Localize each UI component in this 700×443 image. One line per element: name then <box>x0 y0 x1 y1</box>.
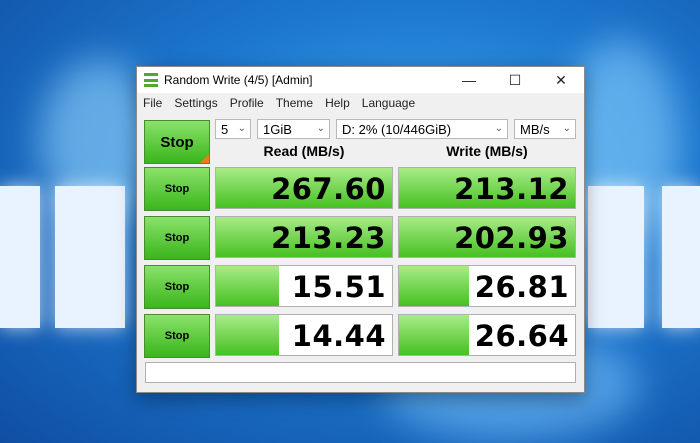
menu-bar: File Settings Profile Theme Help Languag… <box>137 93 584 113</box>
read-header: Read (MB/s) <box>263 143 345 159</box>
menu-settings[interactable]: Settings <box>168 96 223 110</box>
close-icon[interactable]: ✕ <box>538 67 584 93</box>
wallpaper-shape-right-2 <box>662 186 700 328</box>
row-button-label: Stop <box>164 281 190 293</box>
unit-select[interactable]: MB/s ⌄ <box>514 119 576 139</box>
menu-file[interactable]: File <box>137 96 168 110</box>
app-icon <box>144 73 158 87</box>
row-2-write-value: 202.93 <box>398 216 576 258</box>
corner-marker-icon <box>200 154 209 163</box>
title-bar[interactable]: Random Write (4/5) [Admin] — ☐ ✕ <box>137 67 584 93</box>
drive-value: D: 2% (10/446GiB) <box>342 121 452 137</box>
read-number: 267.60 <box>271 172 386 206</box>
size-select[interactable]: 1GiB ⌄ <box>257 119 330 139</box>
count-value: 5 <box>221 121 229 137</box>
row-1-read-value: 267.60 <box>215 167 393 209</box>
write-number: 213.12 <box>454 172 569 206</box>
row-button-label: Stop <box>164 232 190 244</box>
comment-input[interactable] <box>145 362 576 383</box>
read-number: 15.51 <box>291 270 386 304</box>
maximize-icon[interactable]: ☐ <box>492 67 538 93</box>
wallpaper-shape-left <box>0 186 40 328</box>
start-all-label: Stop <box>160 133 194 151</box>
chevron-down-icon: ⌄ <box>316 123 325 134</box>
read-bar <box>216 315 280 355</box>
size-value: 1GiB <box>263 121 292 137</box>
row-1-write-value: 213.12 <box>398 167 576 209</box>
read-number: 213.23 <box>271 221 386 255</box>
drive-select[interactable]: D: 2% (10/446GiB) ⌄ <box>336 119 508 139</box>
start-all-button[interactable]: Stop <box>144 120 210 164</box>
write-bar <box>399 266 470 306</box>
wallpaper-shape-left-2 <box>55 186 125 328</box>
row-3-stop-button[interactable]: Stop <box>144 265 210 309</box>
write-number: 202.93 <box>454 221 569 255</box>
chevron-down-icon: ⌄ <box>237 123 246 134</box>
menu-theme[interactable]: Theme <box>270 96 319 110</box>
row-2-stop-button[interactable]: Stop <box>144 216 210 260</box>
write-number: 26.81 <box>474 270 569 304</box>
unit-value: MB/s <box>520 121 550 137</box>
chevron-down-icon: ⌄ <box>562 123 571 134</box>
row-1-stop-button[interactable]: Stop <box>144 167 210 211</box>
row-4-stop-button[interactable]: Stop <box>144 314 210 358</box>
minimize-icon[interactable]: — <box>446 67 492 93</box>
read-bar <box>216 266 280 306</box>
write-bar <box>399 315 470 355</box>
app-window: Random Write (4/5) [Admin] — ☐ ✕ File Se… <box>136 66 585 393</box>
read-number: 14.44 <box>291 319 386 353</box>
write-header: Write (MB/s) <box>446 143 528 159</box>
row-button-label: Stop <box>164 330 190 342</box>
row-2-read-value: 213.23 <box>215 216 393 258</box>
menu-language[interactable]: Language <box>356 96 421 110</box>
count-select[interactable]: 5 ⌄ <box>215 119 251 139</box>
menu-help[interactable]: Help <box>319 96 356 110</box>
window-title: Random Write (4/5) [Admin] <box>164 73 313 87</box>
row-4-write-value: 26.64 <box>398 314 576 356</box>
row-button-label: Stop <box>164 183 190 195</box>
row-3-write-value: 26.81 <box>398 265 576 307</box>
menu-profile[interactable]: Profile <box>224 96 270 110</box>
row-4-read-value: 14.44 <box>215 314 393 356</box>
chevron-down-icon: ⌄ <box>494 123 503 134</box>
row-3-read-value: 15.51 <box>215 265 393 307</box>
write-number: 26.64 <box>474 319 569 353</box>
wallpaper-shape-right <box>588 186 644 328</box>
